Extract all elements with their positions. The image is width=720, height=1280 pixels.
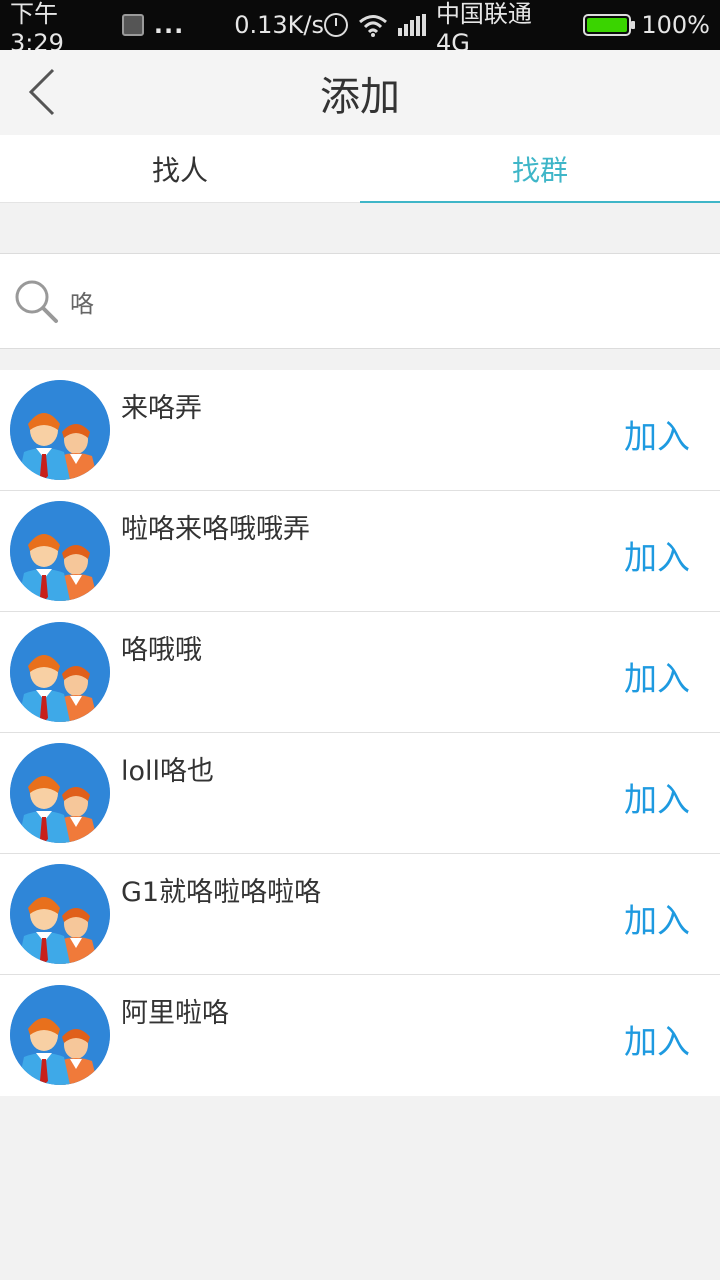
group-people-icon	[10, 743, 110, 843]
join-button[interactable]: 加入	[624, 894, 690, 942]
list-item[interactable]: 咯哦哦 加入	[0, 612, 720, 733]
title-bar: 添加	[0, 50, 720, 135]
group-people-icon	[10, 864, 110, 964]
signal-icon	[397, 14, 426, 36]
list-item[interactable]: 来咯弄 加入	[0, 370, 720, 491]
search-input[interactable]	[70, 271, 670, 331]
battery-percent: 100%	[641, 11, 710, 39]
more-notifications-icon: ...	[153, 11, 185, 39]
join-button[interactable]: 加入	[624, 652, 690, 700]
list-item[interactable]: 啦咯来咯哦哦弄 加入	[0, 491, 720, 612]
notification-icon	[121, 14, 144, 36]
chevron-left-icon	[28, 68, 55, 116]
group-avatar	[10, 985, 110, 1085]
group-people-icon	[10, 501, 110, 601]
battery-icon	[583, 14, 636, 36]
group-name: G1就咯啦咯啦咯	[121, 877, 322, 908]
wifi-icon	[358, 13, 388, 37]
join-button[interactable]: 加入	[624, 773, 690, 821]
group-name: 啦咯来咯哦哦弄	[121, 514, 310, 545]
group-people-icon	[10, 622, 110, 722]
group-people-icon	[10, 380, 110, 480]
list-item[interactable]: 阿里啦咯 加入	[0, 975, 720, 1096]
status-bar: 下午3:29 ... 0.13K/s 中国联通 4G 100%	[0, 0, 720, 57]
network-speed: 0.13K/s	[234, 11, 324, 39]
join-button[interactable]: 加入	[624, 410, 690, 458]
list-item[interactable]: G1就咯啦咯啦咯 加入	[0, 854, 720, 975]
group-name: loll咯也	[121, 756, 215, 787]
group-avatar	[10, 743, 110, 843]
tab-find-people[interactable]: 找人	[0, 135, 360, 202]
alarm-icon	[323, 13, 348, 37]
carrier-label: 中国联通 4G	[435, 0, 532, 57]
group-people-icon	[10, 985, 110, 1085]
group-avatar	[10, 380, 110, 480]
group-result-list: 来咯弄 加入 啦咯来咯哦哦弄 加入 咯哦哦 加入 loll咯也 加入 G1就咯啦…	[0, 370, 720, 1096]
search-bar	[0, 253, 720, 349]
group-avatar	[10, 501, 110, 601]
group-name: 阿里啦咯	[121, 998, 229, 1029]
back-button[interactable]	[14, 64, 70, 120]
tab-bar: 找人 找群	[0, 135, 720, 203]
status-time: 下午3:29	[10, 0, 64, 57]
group-name: 咯哦哦	[121, 635, 202, 666]
list-item[interactable]: loll咯也 加入	[0, 733, 720, 854]
tab-find-group[interactable]: 找群	[360, 135, 720, 203]
join-button[interactable]: 加入	[624, 531, 690, 579]
group-avatar	[10, 622, 110, 722]
page-title: 添加	[320, 73, 400, 120]
group-name: 来咯弄	[121, 393, 202, 424]
group-avatar	[10, 864, 110, 964]
search-icon	[15, 280, 58, 323]
join-button[interactable]: 加入	[624, 1015, 690, 1063]
